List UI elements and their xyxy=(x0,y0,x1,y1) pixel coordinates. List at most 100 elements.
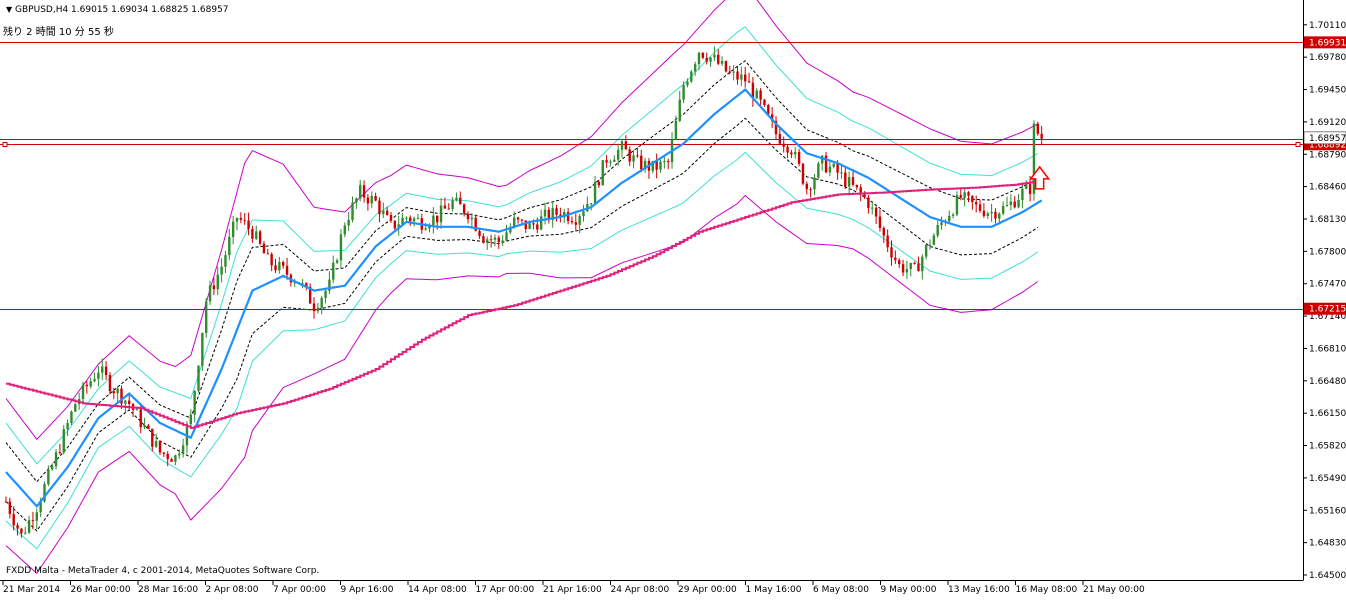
candle-body xyxy=(339,234,343,261)
candle-body xyxy=(405,217,408,219)
candle-body xyxy=(432,215,435,226)
candle-body xyxy=(478,230,481,237)
candle-body xyxy=(97,372,100,379)
candle-body xyxy=(659,161,662,170)
candle-body xyxy=(27,520,31,533)
current-price-text: 1.68957 xyxy=(1309,134,1346,144)
candle-body xyxy=(274,265,277,271)
candle-body xyxy=(797,151,801,164)
candle-body xyxy=(154,441,158,447)
candle-body xyxy=(998,213,1001,219)
chart-window[interactable]: 1.70110 1.69780 1.69450 1.69120 1.68790 1.684… xyxy=(0,0,1346,597)
candle-body xyxy=(978,204,982,211)
candle-body xyxy=(362,185,366,198)
candle-body xyxy=(166,453,169,460)
candle-body xyxy=(932,235,936,245)
candle-body xyxy=(35,512,38,521)
candle-body xyxy=(178,453,181,456)
candle-body xyxy=(228,237,231,256)
candle-body xyxy=(967,192,970,196)
candle-body xyxy=(794,151,797,155)
candle-body xyxy=(216,274,219,290)
candle-body xyxy=(636,155,639,157)
candle-body xyxy=(1028,184,1032,194)
candle-body xyxy=(632,155,635,162)
candle-body xyxy=(832,163,835,167)
candle-body xyxy=(101,366,104,373)
candle-body xyxy=(971,195,974,203)
candle-body xyxy=(801,163,805,184)
candle-body xyxy=(1040,133,1043,139)
candle-body xyxy=(520,219,524,221)
candle-body xyxy=(409,217,412,222)
candle-body xyxy=(928,244,932,246)
candle-body xyxy=(258,231,262,244)
candle-body xyxy=(312,303,316,312)
candle-body xyxy=(686,81,689,86)
candle-body xyxy=(924,244,928,257)
candle-body xyxy=(151,428,154,447)
candle-body xyxy=(532,223,535,225)
candle-body xyxy=(51,466,54,470)
candle-body xyxy=(955,195,959,215)
candle-body xyxy=(58,452,62,454)
y-tick-label: 1.64500 xyxy=(1309,571,1346,581)
candle-body xyxy=(790,152,793,155)
candle-body xyxy=(640,155,643,170)
candle-body xyxy=(578,216,581,225)
candle-body xyxy=(674,120,678,140)
candle-body xyxy=(948,215,951,222)
candle-body xyxy=(135,409,139,411)
candle-body xyxy=(601,160,604,186)
price-label-text: 1.67215 xyxy=(1309,305,1346,315)
candle-body xyxy=(1005,204,1009,207)
x-tick-label: 26 Mar 00:00 xyxy=(71,585,131,595)
candle-body xyxy=(143,425,146,428)
candle-body xyxy=(693,64,697,72)
triangle-down-icon[interactable]: ▼ xyxy=(6,5,12,14)
candle-body xyxy=(104,366,108,375)
candle-body xyxy=(720,61,724,64)
candle-body xyxy=(886,235,889,248)
candle-body xyxy=(1001,206,1005,214)
candle-body xyxy=(882,227,885,236)
price-label-text: 1.69931 xyxy=(1309,38,1346,48)
candle-body xyxy=(235,217,239,222)
candle-body xyxy=(613,159,616,162)
candle-body xyxy=(436,215,439,223)
candle-body xyxy=(497,237,500,243)
candle-body xyxy=(251,228,254,239)
candle-body xyxy=(247,220,250,229)
candle-body xyxy=(466,213,470,220)
line-anchor-right xyxy=(1295,142,1301,147)
candle-body xyxy=(1025,184,1028,189)
candle-body xyxy=(243,219,246,221)
candle-body xyxy=(890,247,893,258)
x-tick-label: 7 Apr 00:00 xyxy=(273,585,326,595)
candle-body xyxy=(170,459,173,462)
candle-body xyxy=(174,455,177,462)
candle-body xyxy=(755,90,758,99)
candle-body xyxy=(393,220,397,229)
x-tick-label: 1 May 16:00 xyxy=(746,585,802,595)
candle-body xyxy=(139,409,142,428)
candle-body xyxy=(874,207,878,217)
candle-body xyxy=(439,205,443,223)
candle-body xyxy=(224,255,227,267)
price-chart[interactable]: 1.70110 1.69780 1.69450 1.69120 1.68790 1.684… xyxy=(0,0,1346,597)
candle-body xyxy=(543,209,547,217)
candle-body xyxy=(486,239,489,243)
candle-body xyxy=(536,224,539,230)
candle-body xyxy=(539,216,543,230)
candle-body xyxy=(1021,188,1024,200)
y-tick-label: 1.68790 xyxy=(1309,150,1346,160)
candle-body xyxy=(116,388,119,394)
candle-body xyxy=(624,141,628,150)
candle-body xyxy=(690,71,693,82)
candle-body xyxy=(894,257,897,261)
candle-body xyxy=(516,217,520,220)
candle-body xyxy=(4,501,8,503)
candle-body xyxy=(786,146,789,153)
candle-body xyxy=(609,161,612,163)
candle-body xyxy=(528,223,531,230)
